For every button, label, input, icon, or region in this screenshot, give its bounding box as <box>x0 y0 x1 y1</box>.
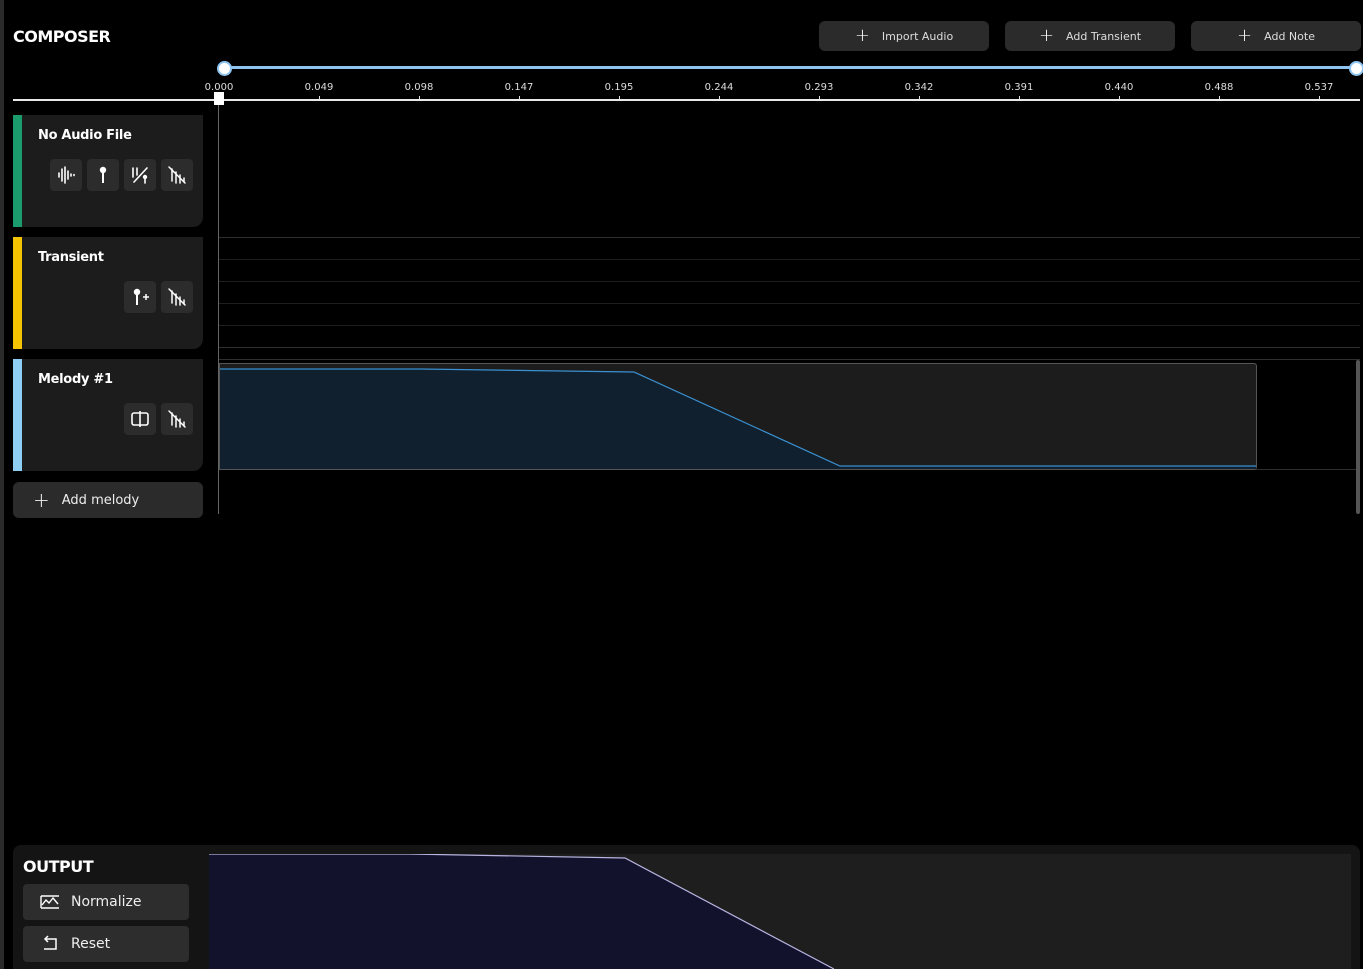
ruler-tick-label: 0.342 <box>904 82 934 93</box>
track-color-stripe <box>13 237 22 349</box>
reset-button[interactable]: Reset <box>23 926 189 962</box>
transient-pin-icon <box>99 166 107 183</box>
track-transient: Transient <box>13 237 203 349</box>
ruler-tick-label: 0.098 <box>404 82 434 93</box>
ruler-tick-label: 0.049 <box>304 82 334 93</box>
clear-icon <box>168 166 186 184</box>
ruler-tick-label: 0.488 <box>1204 82 1234 93</box>
output-waveform-area[interactable] <box>209 854 1351 969</box>
import-audio-button[interactable]: + Import Audio <box>819 21 989 51</box>
transient-pin-button[interactable] <box>87 159 119 191</box>
clear-icon <box>168 410 186 428</box>
ruler-tick-label: 0.195 <box>604 82 634 93</box>
plus-icon: + <box>1237 25 1253 46</box>
add-transient-icon <box>133 288 149 305</box>
track-name: No Audio File <box>38 128 132 143</box>
track-audio: No Audio File <box>13 115 203 227</box>
lane-gridline <box>219 281 1360 282</box>
lane-gridline <box>219 259 1360 260</box>
zoom-range-track[interactable] <box>224 66 1356 69</box>
import-audio-label: Import Audio <box>881 29 954 43</box>
add-note-button[interactable]: + Add Note <box>1191 21 1361 51</box>
clear-icon <box>168 288 186 306</box>
playhead-handle[interactable] <box>214 92 224 105</box>
lane-gridline <box>219 347 1360 348</box>
plus-icon: + <box>1038 25 1055 46</box>
plus-icon: + <box>854 25 870 46</box>
auto-transient-icon <box>132 167 148 184</box>
clear-melody-button[interactable] <box>161 403 193 435</box>
ruler-tick-label: 0.391 <box>1004 82 1034 93</box>
add-melody-button[interactable]: + Add melody <box>13 482 203 518</box>
zoom-end-handle[interactable] <box>1349 61 1363 76</box>
output-title: OUTPUT <box>23 857 94 876</box>
track-color-stripe <box>13 115 22 227</box>
melody-clip[interactable] <box>219 363 1257 470</box>
lane-gridline <box>219 237 1360 238</box>
melody-envelope[interactable] <box>220 364 1256 469</box>
add-melody-label: Add melody <box>61 492 140 508</box>
ruler-tick-label: 0.244 <box>704 82 734 93</box>
app-title: COMPOSER <box>13 27 111 46</box>
split-button[interactable] <box>124 403 156 435</box>
reset-icon <box>43 935 57 950</box>
normalize-label: Normalize <box>71 894 142 910</box>
track-name: Transient <box>38 250 104 265</box>
ruler-tick-label: 0.440 <box>1104 82 1134 93</box>
window-edge <box>0 0 4 969</box>
track-melody: Melody #1 <box>13 359 203 471</box>
ruler-tick-label: 0.147 <box>504 82 534 93</box>
clear-audio-button[interactable] <box>161 159 193 191</box>
plus-icon: + <box>33 488 50 512</box>
auto-transient-button[interactable] <box>124 159 156 191</box>
vertical-scrollbar[interactable] <box>1356 360 1360 514</box>
output-envelope <box>209 854 835 969</box>
lane-gridline <box>219 325 1360 326</box>
waveform-icon <box>58 166 75 184</box>
track-name: Melody #1 <box>38 372 113 387</box>
waveform-button[interactable] <box>50 159 82 191</box>
ruler-tick-label: 0.293 <box>804 82 834 93</box>
add-transient-label: Add Transient <box>1066 29 1142 43</box>
add-transient-button[interactable]: + Add Transient <box>1005 21 1175 51</box>
add-transient-pin-button[interactable] <box>124 281 156 313</box>
normalize-icon <box>40 895 59 909</box>
lane-gridline <box>219 303 1360 304</box>
zoom-start-handle[interactable] <box>217 61 232 76</box>
reset-label: Reset <box>71 936 111 952</box>
ruler-tick-label: 0.537 <box>1304 82 1334 93</box>
normalize-button[interactable]: Normalize <box>23 884 189 920</box>
add-note-label: Add Note <box>1264 29 1315 43</box>
split-icon <box>131 411 149 427</box>
lane-gridline <box>219 359 1360 360</box>
track-color-stripe <box>13 359 22 471</box>
clear-transient-button[interactable] <box>161 281 193 313</box>
